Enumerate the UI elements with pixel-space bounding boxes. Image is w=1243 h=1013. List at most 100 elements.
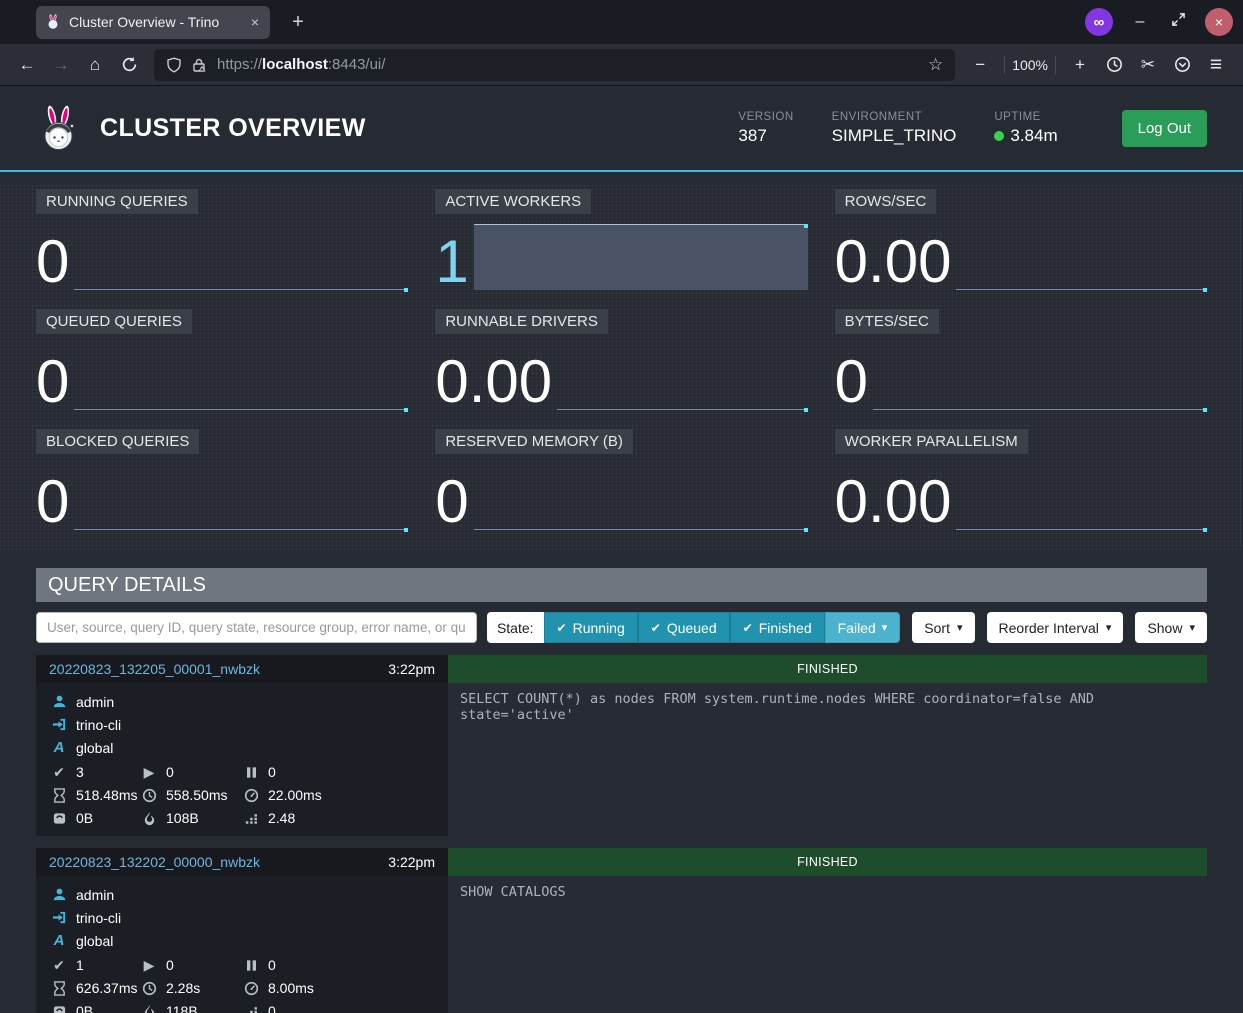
cpu-time: 2.28s (141, 980, 243, 996)
query-search-input[interactable] (36, 612, 477, 643)
user-icon (51, 887, 67, 903)
screenshot-button[interactable]: ✂ (1131, 50, 1165, 80)
browser-tab[interactable]: Cluster Overview - Trino × (36, 6, 270, 39)
peak-memory: 108B (141, 810, 243, 826)
state-filter-running[interactable]: ✔ Running (544, 612, 638, 643)
url-bar[interactable]: https://localhost:8443/ui/ ☆ (154, 49, 955, 81)
home-button[interactable]: ⌂ (78, 50, 112, 80)
hourglass-icon (51, 980, 67, 996)
query-stats-panel: admin trino-cli A global ✔ 3 (36, 683, 448, 836)
browser-toolbar: ← → ⌂ https://localhost:8443/ui/ ☆ − 100… (0, 44, 1243, 86)
chevron-down-icon: ▾ (882, 621, 888, 634)
queued-splits: 0 (243, 957, 438, 973)
uptime-info: UPTIME 3.84m (994, 111, 1057, 146)
running-splits: ▶ 0 (141, 957, 243, 973)
fire-icon (141, 810, 157, 826)
new-tab-button[interactable]: + (284, 8, 312, 36)
stat-panel-running-queries: RUNNING QUERIES 0 (36, 189, 408, 296)
header-accent-rule (0, 170, 1243, 172)
pocket-button[interactable] (1165, 50, 1199, 80)
show-dropdown[interactable]: Show ▾ (1135, 612, 1207, 643)
chevron-down-icon: ▾ (1106, 621, 1112, 634)
window-close-button[interactable]: × (1205, 8, 1233, 36)
bookmark-star-icon[interactable]: ☆ (928, 55, 943, 75)
clock-icon (141, 787, 157, 803)
window-maximize-button[interactable] (1167, 12, 1189, 32)
check-icon: ✔ (51, 764, 67, 780)
query-header: 20220823_132202_00000_nwbzk 3:22pm (36, 848, 448, 876)
stat-panel-reserved-memory: RESERVED MEMORY (B) 0 (435, 429, 807, 536)
window-minimize-button[interactable]: – (1129, 13, 1151, 31)
url-text: https://localhost:8443/ui/ (217, 56, 928, 73)
font-icon: A (51, 740, 67, 756)
running-splits: ▶ 0 (141, 764, 243, 780)
state-filter-failed-dropdown[interactable]: Failed ▾ (825, 612, 901, 643)
lock-warning-icon[interactable] (191, 57, 207, 73)
cpu-time: 558.50ms (141, 787, 243, 803)
tab-title: Cluster Overview - Trino (69, 14, 241, 30)
pause-icon (243, 957, 259, 973)
history-button[interactable] (1097, 50, 1131, 80)
pocket-icon (1174, 56, 1191, 73)
gauge-icon (243, 787, 259, 803)
stat-panel-runnable-drivers: RUNNABLE DRIVERS 0.00 (435, 309, 807, 416)
hourglass-icon (51, 787, 67, 803)
zoom-level[interactable]: 100% (1012, 57, 1048, 73)
shield-icon[interactable] (166, 57, 182, 73)
wall-time: 518.48ms (51, 787, 141, 803)
current-memory: 0B (51, 1003, 141, 1013)
sort-dropdown[interactable]: Sort ▾ (912, 612, 974, 643)
sparkline (474, 220, 808, 290)
tab-close-icon[interactable]: × (249, 14, 261, 30)
query-resource-group: A global (51, 736, 438, 759)
reload-button[interactable] (112, 50, 146, 80)
current-memory: 0B (51, 810, 141, 826)
query-time: 3:22pm (388, 854, 435, 870)
back-button[interactable]: ← (10, 50, 44, 80)
queued-splits: 0 (243, 764, 438, 780)
sparkline (557, 340, 808, 410)
check-icon: ✔ (743, 621, 753, 635)
gauge-icon (243, 980, 259, 996)
sparkline (474, 460, 808, 530)
trino-header: CLUSTER OVERVIEW VERSION 387 ENVIRONMENT… (36, 86, 1207, 170)
query-time: 3:22pm (388, 661, 435, 677)
state-filter-finished[interactable]: ✔ Finished (730, 612, 825, 643)
stat-panel-queued-queries: QUEUED QUERIES 0 (36, 309, 408, 416)
stat-panel-bytes-sec: BYTES/SEC 0 (835, 309, 1207, 416)
sparkline (956, 460, 1207, 530)
stats-icon (243, 810, 259, 826)
execution-time: 8.00ms (243, 980, 438, 996)
cumulative-memory: 0 (243, 1003, 438, 1013)
stat-panel-blocked-queries: BLOCKED QUERIES 0 (36, 429, 408, 536)
sparkline (74, 340, 408, 410)
state-filter-queued[interactable]: ✔ Queued (638, 612, 730, 643)
zoom-out-button[interactable]: − (963, 50, 997, 80)
play-icon: ▶ (141, 957, 157, 973)
query-details-banner: QUERY DETAILS (36, 568, 1207, 602)
check-icon: ✔ (51, 957, 67, 973)
trino-favicon-icon (45, 14, 61, 30)
query-id-link[interactable]: 20220823_132205_00001_nwbzk (49, 661, 260, 677)
sparkline (74, 460, 408, 530)
uptime-label: UPTIME (994, 111, 1057, 123)
query-user: admin (51, 690, 438, 713)
state-filter-label: State: (487, 612, 544, 643)
version-info: VERSION 387 (738, 111, 793, 146)
chevron-down-icon: ▾ (957, 621, 963, 634)
query-stats-panel: admin trino-cli A global ✔ 1 (36, 876, 448, 1013)
menu-button[interactable]: ≡ (1199, 50, 1233, 80)
peak-memory: 118B (141, 1003, 243, 1013)
logout-button[interactable]: Log Out (1122, 110, 1207, 147)
completed-splits: ✔ 1 (51, 957, 141, 973)
check-icon: ✔ (651, 621, 661, 635)
forward-button[interactable]: → (44, 50, 78, 80)
query-row: 20220823_132205_00001_nwbzk 3:22pm FINIS… (36, 655, 1207, 836)
query-id-link[interactable]: 20220823_132202_00000_nwbzk (49, 854, 260, 870)
user-icon (51, 694, 67, 710)
uptime-status-dot (994, 131, 1004, 141)
fire-icon (141, 1003, 157, 1013)
zoom-in-button[interactable]: + (1063, 50, 1097, 80)
query-header: 20220823_132205_00001_nwbzk 3:22pm (36, 655, 448, 683)
reorder-interval-dropdown[interactable]: Reorder Interval ▾ (987, 612, 1124, 643)
